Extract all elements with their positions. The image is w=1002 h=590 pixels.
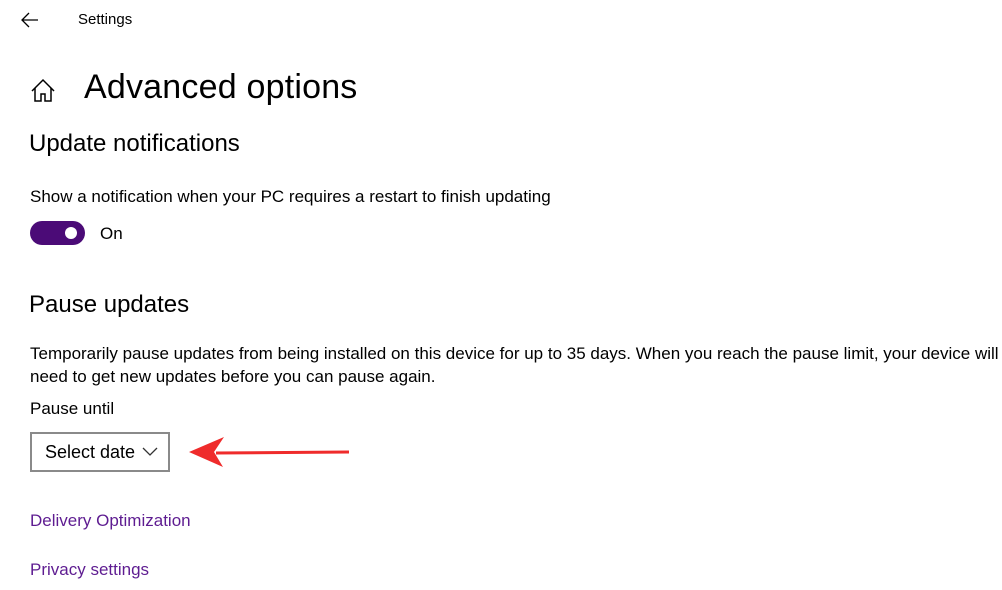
pause-date-dropdown[interactable]: Select date xyxy=(30,432,170,472)
delivery-optimization-link[interactable]: Delivery Optimization xyxy=(30,511,191,531)
chevron-down-icon xyxy=(142,447,158,456)
pause-updates-heading: Pause updates xyxy=(29,291,190,318)
pause-description-line2: need to get new updates before you can p… xyxy=(30,367,436,386)
toggle-knob xyxy=(65,227,77,239)
back-button[interactable] xyxy=(14,6,46,34)
restart-notification-toggle[interactable] xyxy=(30,221,85,245)
toggle-state-label: On xyxy=(100,224,123,243)
dropdown-value: Select date xyxy=(45,441,136,462)
settings-window: Settings Advanced options Update notific… xyxy=(0,0,1002,590)
notification-description: Show a notification when your PC require… xyxy=(30,187,551,206)
update-notifications-heading: Update notifications xyxy=(29,130,240,157)
pause-description-line1: Temporarily pause updates from being ins… xyxy=(30,344,999,363)
home-icon[interactable] xyxy=(29,77,57,105)
pause-description: Temporarily pause updates from being ins… xyxy=(30,342,1002,388)
app-title: Settings xyxy=(78,11,133,28)
pause-until-label: Pause until xyxy=(30,399,115,418)
annotation-arrow xyxy=(189,437,350,467)
arrow-left-icon xyxy=(21,12,38,28)
privacy-settings-link[interactable]: Privacy settings xyxy=(30,560,149,580)
page-title: Advanced options xyxy=(84,68,358,106)
